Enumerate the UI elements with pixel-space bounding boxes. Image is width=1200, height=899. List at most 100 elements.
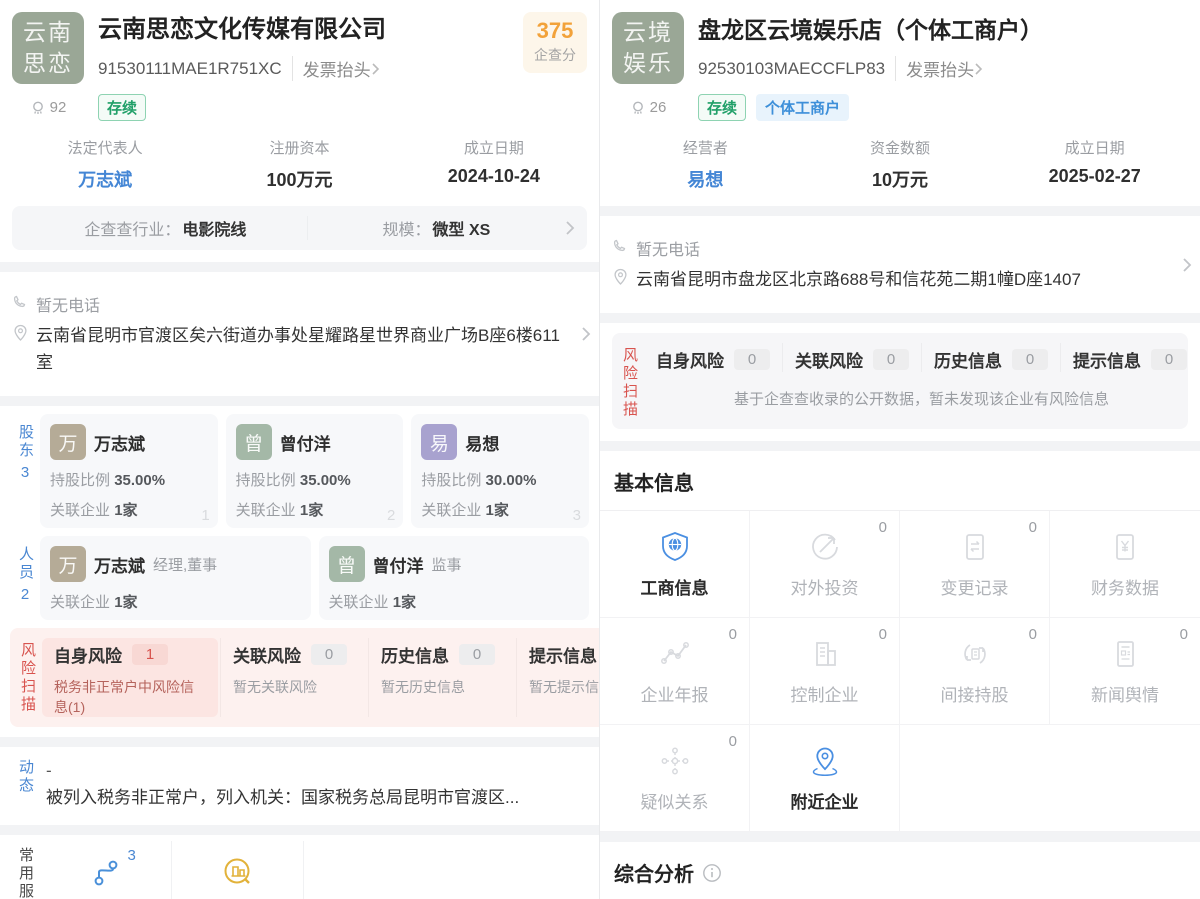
shareholders-section: 股东 3 万 万志斌 持股比例 35.00% 关联企业 1家 1 曾 曾付洋 — [10, 414, 589, 528]
risk-item-related[interactable]: 关联风险 0 暂无关联风险 — [220, 638, 368, 717]
status-badge: 存续 — [698, 94, 746, 121]
industry-scale-bar[interactable]: 企查查行业： 电影院线 规模： 微型 XS — [12, 206, 587, 250]
contact-block: 暂无电话 云南省昆明市官渡区矣六街道办事处星耀路星世界商业广场B座6楼611室 — [0, 272, 599, 396]
grid-cell-outbound-investment[interactable]: 0 对外投资 — [750, 511, 900, 618]
qcc-score-card[interactable]: 375 企查分 — [523, 12, 587, 73]
outbound-investment-icon — [808, 530, 842, 564]
views-icon — [630, 100, 646, 116]
invoice-header-link[interactable]: 发票抬头 — [292, 56, 380, 81]
risk-scan-section: 风险扫描 自身风险 1 税务非正常户中风险信息(1) 关联风险 0 暂无关联风险 — [10, 628, 599, 727]
risk-count-badge: 0 — [311, 644, 347, 665]
basic-info-grid: 工商信息 0 对外投资 0 变更记录 财务数据 0 企业年报 — [600, 511, 1200, 832]
risk-item-hint[interactable]: 提示信息 暂无提示信息 — [516, 638, 599, 717]
personnel-count: 2 — [21, 586, 29, 603]
operator-link[interactable]: 易想 — [608, 166, 803, 192]
company-panel-left: 云南思恋 云南思恋文化传媒有限公司 91530111MAE1R751XC 发票抬… — [0, 0, 600, 899]
grid-cell-nearby-company[interactable]: 附近企业 — [750, 725, 900, 832]
phone-row: 暂无电话 — [12, 292, 587, 316]
grid-cell-suspected-relation[interactable]: 0 疑似关系 — [600, 725, 750, 832]
cell-count: 0 — [729, 626, 737, 643]
cell-count: 0 — [1029, 519, 1037, 536]
services-label: 常用服务 — [16, 847, 34, 899]
service-background-check[interactable]: 求职背调 — [172, 841, 304, 899]
card-index: 2 — [387, 507, 395, 524]
grid-cell-news-sentiment[interactable]: 0 新闻舆情 — [1050, 618, 1200, 725]
grid-cell-annual-report[interactable]: 0 企业年报 — [600, 618, 750, 725]
grid-cell-finance-data[interactable]: 财务数据 — [1050, 511, 1200, 618]
section-divider — [0, 262, 599, 272]
service-asset-clue[interactable]: 3 财产线索 — [40, 841, 172, 899]
company-name: 云南思恋文化传媒有限公司 — [98, 14, 523, 46]
stat-founded-date: 成立日期 2025-02-27 — [997, 137, 1192, 192]
avatar: 万 — [50, 546, 86, 582]
cell-count: 0 — [879, 626, 887, 643]
info-icon[interactable] — [702, 863, 722, 883]
risk-note: 基于企查查收录的公开数据，暂未发现该企业有风险信息 — [644, 388, 1188, 409]
avatar: 万 — [50, 424, 86, 460]
personnel-label: 人员 — [16, 546, 34, 582]
personnel-card[interactable]: 万 万志斌 经理,董事 关联企业 1家 — [40, 536, 311, 620]
change-record-icon — [958, 530, 992, 564]
grid-cell-change-record[interactable]: 0 变更记录 — [900, 511, 1050, 618]
key-stats-row: 经营者 易想 资金数额 10万元 成立日期 2025-02-27 — [600, 131, 1200, 206]
view-count: 92 — [12, 99, 84, 116]
risk-item-self[interactable]: 自身风险 1 税务非正常户中风险信息(1) — [42, 638, 218, 717]
legal-rep-link[interactable]: 万志斌 — [8, 166, 202, 192]
qcc-score-label: 企查分 — [527, 45, 583, 65]
section-divider — [600, 313, 1200, 323]
risk-item-history[interactable]: 历史信息0 — [921, 343, 1060, 372]
address-row[interactable]: 云南省昆明市盘龙区北京路688号和信花苑二期1幢D座1407 — [612, 266, 1188, 293]
credit-code: 92530103MAECCFLP83 — [698, 59, 885, 79]
address-value: 云南省昆明市盘龙区北京路688号和信花苑二期1幢D座1407 — [636, 266, 1107, 293]
risk-item-hint[interactable]: 提示信息0 — [1060, 343, 1188, 372]
invoice-header-link[interactable]: 发票抬头 — [895, 56, 983, 81]
phone-value: 暂无电话 — [36, 292, 100, 316]
risk-count-badge: 0 — [873, 349, 909, 370]
personnel-card[interactable]: 曾 曾付洋 监事 关联企业 1家 — [319, 536, 590, 620]
status-badge: 存续 — [98, 94, 146, 121]
shareholder-card[interactable]: 易 易想 持股比例 30.00% 关联企业 1家 3 — [411, 414, 589, 528]
risk-scan-label: 风险扫描 — [620, 347, 638, 419]
chevron-right-icon — [974, 62, 983, 76]
shareholder-card[interactable]: 曾 曾付洋 持股比例 35.00% 关联企业 1家 2 — [226, 414, 404, 528]
avatar: 曾 — [236, 424, 272, 460]
stat-operator: 经营者 易想 — [608, 137, 803, 192]
risk-count-badge: 1 — [132, 644, 168, 665]
avatar: 易 — [421, 424, 457, 460]
grid-cell-indirect-holding[interactable]: 0 间接持股 — [900, 618, 1050, 725]
analysis-title: 综合分析 — [600, 842, 1200, 899]
grid-cell-empty — [900, 725, 1050, 832]
annual-report-icon — [658, 637, 692, 671]
risk-item-related[interactable]: 关联风险0 — [782, 343, 921, 372]
company-panel-right: 云境娱乐 盘龙区云境娱乐店（个体工商户） 92530103MAECCFLP83 … — [600, 0, 1200, 899]
address-value: 云南省昆明市官渡区矣六街道办事处星耀路星世界商业广场B座6楼611室 — [36, 322, 587, 376]
company-logo: 云境娱乐 — [612, 12, 684, 84]
section-divider — [0, 825, 599, 835]
card-index: 1 — [201, 507, 209, 524]
personnel-section: 人员 2 万 万志斌 经理,董事 关联企业 1家 曾 曾付洋 监事 — [10, 536, 589, 620]
grid-cell-empty — [1050, 725, 1200, 832]
grid-cell-controlled-company[interactable]: 0 控制企业 — [750, 618, 900, 725]
business-registration-icon — [658, 530, 692, 564]
views-icon — [30, 100, 46, 116]
chevron-right-icon — [565, 220, 575, 236]
qcc-score: 375 — [527, 19, 583, 43]
section-divider — [0, 396, 599, 406]
company-header: 云南思恋 云南思恋文化传媒有限公司 91530111MAE1R751XC 发票抬… — [0, 0, 599, 131]
shareholder-card[interactable]: 万 万志斌 持股比例 35.00% 关联企业 1家 1 — [40, 414, 218, 528]
dynamics-line2: 被列入税务非正常户，列入机关：国家税务总局昆明市官渡区... — [46, 785, 585, 811]
nearby-company-icon — [808, 744, 842, 778]
controlled-company-icon — [808, 637, 842, 671]
background-check-icon — [220, 855, 256, 891]
risk-item-history[interactable]: 历史信息 0 暂无历史信息 — [368, 638, 516, 717]
basic-info-title: 基本信息 — [600, 451, 1200, 511]
stat-legal-rep: 法定代表人 万志斌 — [8, 137, 202, 192]
risk-item-self[interactable]: 自身风险0 — [644, 343, 782, 372]
dynamics-label: 动态 — [16, 759, 34, 795]
risk-count-badge: 0 — [734, 349, 770, 370]
stat-founded-date: 成立日期 2024-10-24 — [397, 137, 591, 192]
address-row[interactable]: 云南省昆明市官渡区矣六街道办事处星耀路星世界商业广场B座6楼611室 — [12, 322, 587, 376]
dynamics-section[interactable]: 动态 - 被列入税务非正常户，列入机关：国家税务总局昆明市官渡区... — [10, 753, 589, 821]
avatar: 曾 — [329, 546, 365, 582]
grid-cell-business-registration[interactable]: 工商信息 — [600, 511, 750, 618]
